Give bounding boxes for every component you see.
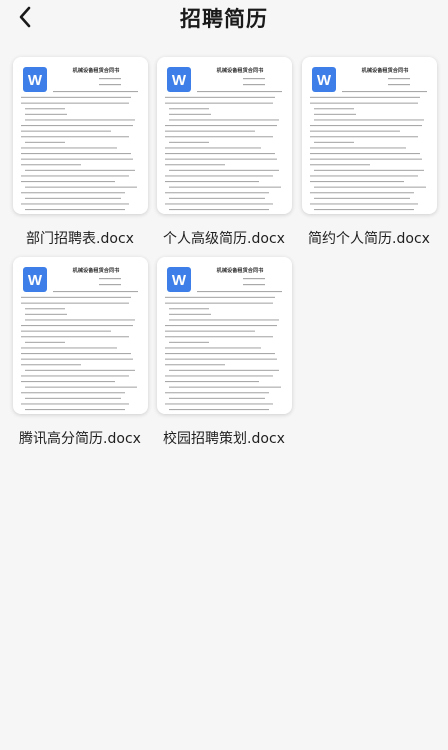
svg-text:W: W [28,272,43,289]
document-thumbnail: W 机械设备租赁合同书 [310,66,427,211]
file-name: 部门招聘表.docx [26,231,134,247]
document-text-lines [21,78,138,211]
file-card-4[interactable]: W 机械设备租赁合同书 [13,257,148,414]
file-card-2[interactable]: W 机械设备租赁合同书 [157,57,292,214]
word-doc-icon: W [23,67,47,92]
document-text-lines [310,78,427,211]
svg-text:W: W [172,72,187,89]
file-card-5[interactable]: W 机械设备租赁合同书 [157,257,292,414]
document-thumbnail: W 机械设备租赁合同书 [165,66,282,211]
word-doc-icon: W [167,67,191,92]
svg-text:W: W [172,272,187,289]
document-heading: 机械设备租赁合同书 [217,66,265,74]
document-text-lines [21,278,138,411]
file-name: 腾讯高分简历.docx [19,431,141,447]
document-heading: 机械设备租赁合同书 [362,66,410,74]
svg-text:W: W [28,72,43,89]
word-doc-icon: W [312,67,336,92]
file-name: 个人高级简历.docx [163,231,285,247]
word-doc-icon: W [23,267,47,292]
word-doc-icon: W [167,267,191,292]
svg-text:W: W [317,72,332,89]
document-thumbnail: W 机械设备租赁合同书 [21,66,138,211]
header-bar: 招聘简历 [0,0,448,36]
file-card-3[interactable]: W 机械设备租赁合同书 [302,57,437,214]
document-heading: 机械设备租赁合同书 [217,266,265,274]
file-card-1[interactable]: W 机械设备租赁合同书 [13,57,148,214]
document-heading: 机械设备租赁合同书 [73,266,121,274]
page-title: 招聘简历 [180,7,268,31]
file-name: 校园招聘策划.docx [163,431,285,447]
document-thumbnail: W 机械设备租赁合同书 [21,266,138,411]
document-text-lines [165,78,282,211]
document-heading: 机械设备租赁合同书 [73,66,121,74]
document-text-lines [165,278,282,411]
file-name: 简约个人简历.docx [308,231,430,247]
document-thumbnail: W 机械设备租赁合同书 [165,266,282,411]
